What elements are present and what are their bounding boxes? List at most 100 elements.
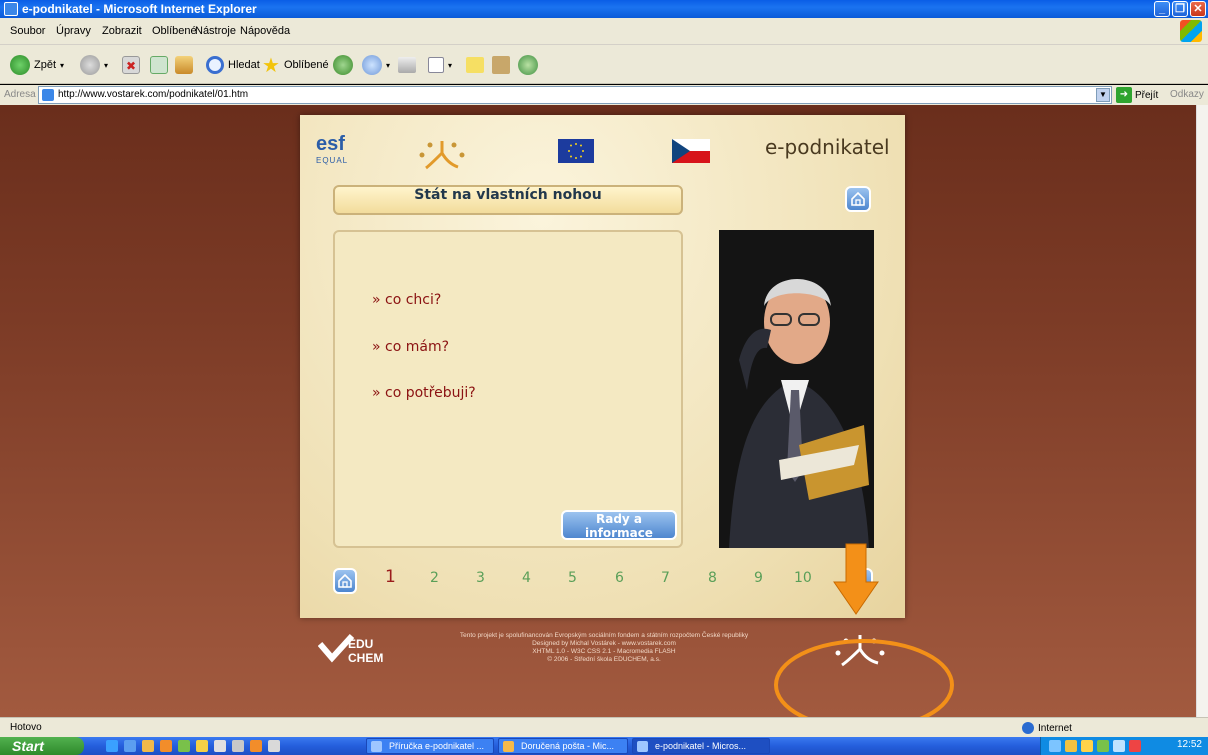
toolbar: Zpět ▾ ▾ ✖ Hledat ★ Oblíbené ▾ ▾ (0, 45, 1208, 84)
media-icon (333, 55, 353, 75)
taskbar-item-prirucka[interactable]: Příručka e-podnikatel ... (366, 738, 494, 754)
edit-button[interactable]: ▾ (428, 54, 452, 76)
taskbar-item-label: Příručka e-podnikatel ... (389, 741, 485, 751)
globe-icon (1022, 722, 1034, 734)
taskbar-item-posta[interactable]: Doručená pošta - Mic... (498, 738, 628, 754)
menu-napoveda[interactable]: Nápověda (240, 25, 290, 37)
quicklaunch-word-icon[interactable] (214, 740, 226, 752)
links-button[interactable]: Odkazy (1170, 89, 1204, 100)
status-bar: Hotovo Internet (0, 717, 1208, 737)
sun-logo-icon (419, 141, 465, 170)
page-link-1[interactable]: 1 (385, 567, 396, 587)
favorites-button[interactable]: ★ Oblíbené (262, 54, 329, 77)
print-button[interactable] (398, 54, 416, 76)
tray-volume-icon[interactable] (1113, 740, 1125, 752)
tray-app-icon[interactable] (1065, 740, 1077, 752)
back-button[interactable]: Zpět ▾ (10, 54, 64, 76)
refresh-button[interactable] (150, 54, 168, 76)
stop-button[interactable]: ✖ (122, 54, 140, 76)
page-link-2[interactable]: 2 (430, 570, 439, 586)
businessman-photo (719, 230, 874, 548)
tray-shield-icon[interactable] (1081, 740, 1093, 752)
forward-arrow-icon (80, 55, 100, 75)
messenger-button[interactable] (518, 54, 538, 76)
address-label: Adresa (4, 89, 36, 100)
back-label: Zpět (34, 59, 57, 71)
refresh-icon (150, 56, 168, 74)
star-icon: ★ (262, 54, 280, 77)
educhem-logo-text: EDU (348, 637, 373, 651)
research-icon (492, 56, 510, 74)
status-text: Hotovo (10, 722, 42, 733)
page-link-10[interactable]: 10 (794, 570, 812, 586)
page-link-6[interactable]: 6 (615, 570, 624, 586)
menu-upravy[interactable]: Úpravy (56, 25, 91, 37)
taskbar-item-icon (503, 741, 514, 752)
menu-nastroje[interactable]: Nástroje (195, 25, 236, 37)
quicklaunch-app-icon[interactable] (250, 740, 262, 752)
window-title: e-podnikatel - Microsoft Internet Explor… (22, 2, 257, 16)
mail-button[interactable]: ▾ (362, 54, 390, 76)
search-label: Hledat (228, 59, 260, 71)
tray-alert-icon[interactable] (1129, 740, 1141, 752)
mail-icon (362, 55, 382, 75)
businessman-image (719, 230, 874, 548)
tray-status-icon[interactable] (1097, 740, 1109, 752)
quicklaunch-misc-icon[interactable] (232, 740, 244, 752)
start-button[interactable]: Start (0, 737, 84, 755)
messenger-icon (518, 55, 538, 75)
research-button[interactable] (492, 54, 510, 76)
maximize-button[interactable]: ❐ (1172, 1, 1188, 17)
page-link-8[interactable]: 8 (708, 570, 717, 586)
menu-soubor[interactable]: Soubor (10, 25, 45, 37)
home-button[interactable] (175, 54, 193, 76)
window-title-bar[interactable]: e-podnikatel - Microsoft Internet Explor… (0, 0, 1208, 18)
go-button[interactable]: ➜ Přejít (1116, 87, 1158, 103)
address-dropdown-icon[interactable]: ▼ (1096, 88, 1110, 102)
page-link-4[interactable]: 4 (522, 570, 531, 586)
quicklaunch-desktop-icon[interactable] (124, 740, 136, 752)
quicklaunch-extra-icon[interactable] (268, 740, 280, 752)
home-icon (175, 56, 193, 74)
minimize-button[interactable]: _ (1154, 1, 1170, 17)
home-icon (338, 573, 352, 588)
educhem-logo-icon: EDU CHEM (317, 633, 383, 665)
quicklaunch-outlook-icon[interactable] (142, 740, 154, 752)
discuss-button[interactable] (466, 54, 484, 76)
esf-text: esf (316, 133, 345, 155)
quicklaunch-star-icon[interactable] (196, 740, 208, 752)
pager-home-button[interactable] (333, 568, 357, 594)
forward-button[interactable]: ▾ (80, 54, 108, 76)
media-button[interactable] (333, 54, 353, 76)
vertical-scrollbar[interactable] (1196, 105, 1208, 717)
home-button-top[interactable] (845, 186, 871, 212)
menu-link-co-chci[interactable]: » co chci? (372, 292, 441, 308)
quicklaunch-firefox-icon[interactable] (160, 740, 172, 752)
menu-link-co-mam[interactable]: » co mám? (372, 339, 449, 355)
page-link-3[interactable]: 3 (476, 570, 485, 586)
tray-network-icon[interactable] (1049, 740, 1061, 752)
page-link-7[interactable]: 7 (661, 570, 670, 586)
search-button[interactable]: Hledat (206, 54, 260, 76)
search-icon (206, 56, 224, 74)
footer-line-3: XHTML 1.0 - W3C CSS 2.1 - Macromedia FLA… (532, 648, 676, 655)
taskbar: Start Příručka e-podnikatel ... Doručená… (0, 737, 1208, 755)
close-button[interactable]: ✕ (1190, 1, 1206, 17)
menu-zobrazit[interactable]: Zobrazit (102, 25, 142, 37)
quicklaunch-media-icon[interactable] (178, 740, 190, 752)
taskbar-item-e-podnikatel[interactable]: e-podnikatel - Micros... (632, 738, 770, 754)
windows-logo-icon (1180, 20, 1202, 42)
brand-title: e-podnikatel (765, 135, 890, 159)
quicklaunch-ie-icon[interactable] (106, 740, 118, 752)
page-link-5[interactable]: 5 (568, 570, 577, 586)
address-bar: Adresa http://www.vostarek.com/podnikate… (0, 85, 1208, 105)
menu-link-co-potrebuji[interactable]: » co potřebuji? (372, 385, 476, 401)
menu-oblibene[interactable]: Oblíbené (152, 25, 197, 37)
esf-equal-logo: esf EQUAL (316, 133, 362, 171)
favorites-label: Oblíbené (283, 59, 329, 71)
rady-a-informace-button[interactable]: Rady a informace (561, 510, 677, 540)
page-link-9[interactable]: 9 (754, 570, 763, 586)
address-input[interactable]: http://www.vostarek.com/podnikatel/01.ht… (38, 86, 1112, 104)
home-icon (851, 191, 865, 206)
back-arrow-icon (10, 55, 30, 75)
